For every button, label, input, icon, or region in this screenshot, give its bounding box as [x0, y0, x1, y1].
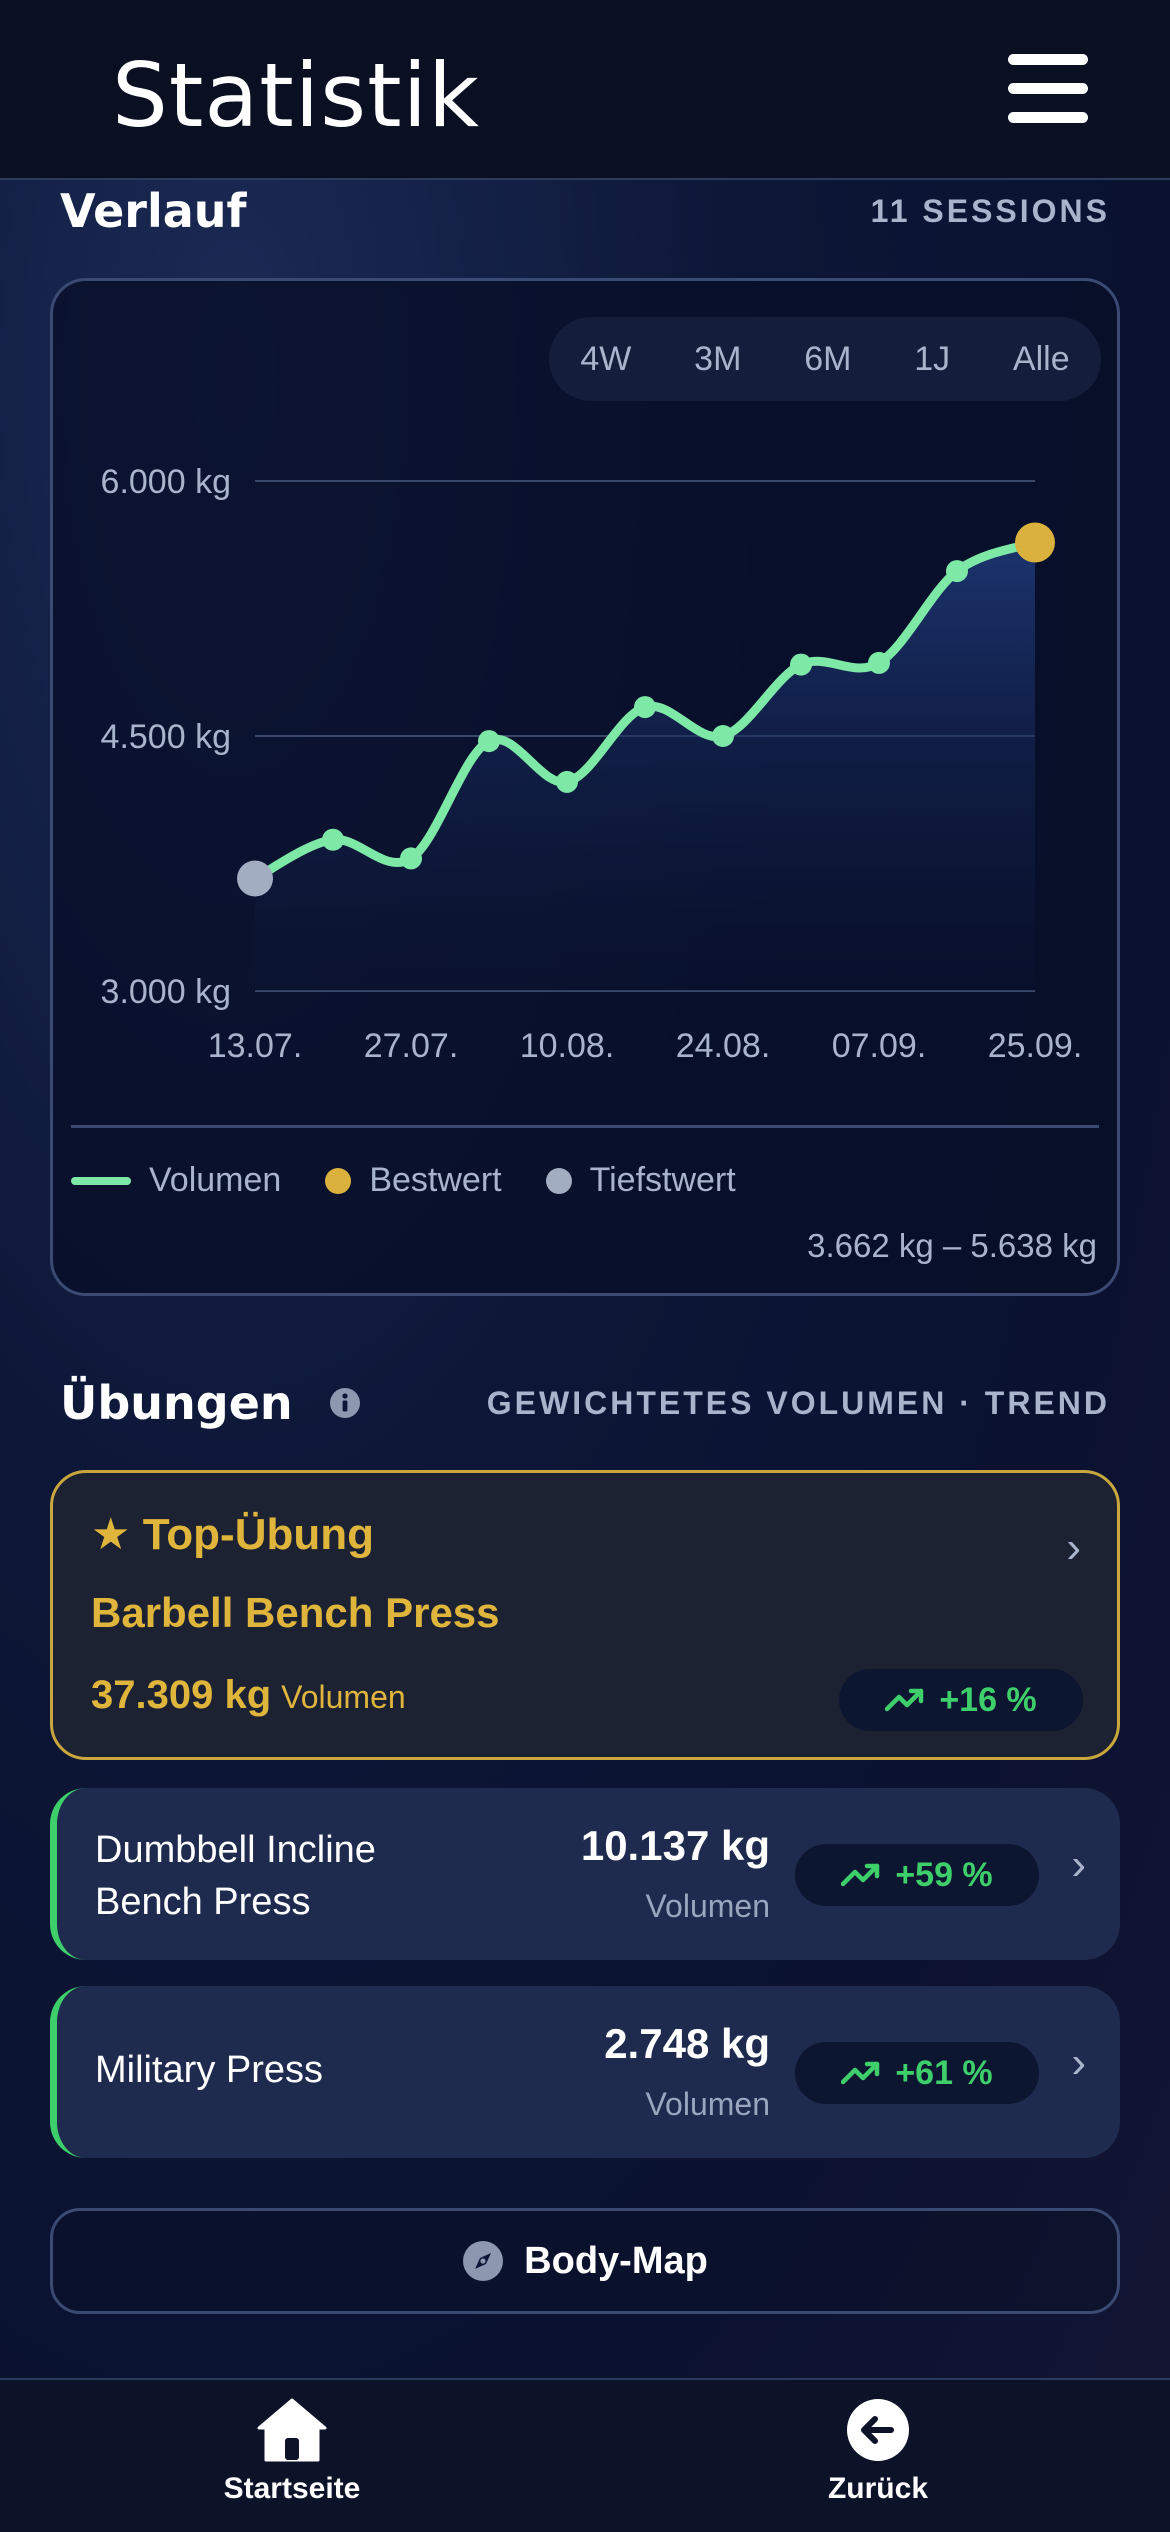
data-point[interactable] [634, 696, 656, 719]
legend-volume-label: Volumen [149, 1161, 282, 1199]
data-point[interactable] [478, 730, 500, 753]
history-title: Verlauf [60, 184, 247, 238]
x-tick-label: 10.08. [520, 1027, 615, 1065]
chevron-right-icon: › [1071, 1840, 1086, 1889]
data-point[interactable] [946, 560, 968, 583]
trending-up-icon [885, 1688, 924, 1712]
x-tick-label: 27.07. [364, 1027, 459, 1065]
x-tick-label: 24.08. [676, 1027, 771, 1065]
hamburger-menu-icon[interactable] [1008, 54, 1088, 124]
best-swatch [325, 1167, 352, 1194]
top-exercise-value: 37.309 kg Volumen [91, 1673, 406, 1717]
chart-divider [71, 1125, 1099, 1128]
y-tick-label: 4.500 kg [101, 718, 231, 756]
home-icon [257, 2398, 327, 2462]
volume-chart: 3.000 kg 4.500 kg 6.000 kg 13.07. 27.07. 10.… [101, 463, 1083, 1065]
legend-best: Bestwert [325, 1161, 502, 1200]
exercise-name: Military Press [95, 2049, 324, 2091]
exercise-unit: Volumen [645, 2086, 770, 2122]
history-chart-card: 4W 3M 6M 1J Alle 3.000 kg 4.500 kg 6.000 k… [50, 278, 1120, 1296]
exercise-trend-badge: +61 % [795, 2042, 1039, 2104]
exercise-name: Dumbbell Incline Bench Press [95, 1829, 376, 1923]
exercises-title: Übungen [60, 1376, 293, 1430]
bottom-navigation: Startseite Zurück [0, 2378, 1170, 2532]
nav-home[interactable]: Startseite [142, 2398, 442, 2506]
y-tick-label: 3.000 kg [101, 973, 231, 1011]
data-point[interactable] [868, 651, 890, 674]
history-section-header: Verlauf 11 SESSIONS [60, 184, 1110, 238]
top-exercise-label: ★ Top-Übung [91, 1510, 374, 1559]
x-tick-label: 13.07. [208, 1027, 303, 1065]
legend-volume: Volumen [71, 1161, 281, 1200]
top-exercise-name: Barbell Bench Press [91, 1589, 500, 1636]
nav-back[interactable]: Zurück [728, 2398, 1028, 2506]
body-map-button[interactable]: Body-Map [50, 2208, 1120, 2314]
volume-area [255, 542, 1035, 991]
chevron-right-icon: › [1066, 1523, 1081, 1572]
chevron-right-icon: › [1071, 2038, 1086, 2087]
x-tick-label: 25.09. [988, 1027, 1083, 1065]
compass-icon [463, 2241, 504, 2281]
legend-lowest: Tiefstwert [545, 1161, 736, 1200]
lowest-value-point[interactable] [237, 860, 273, 897]
data-point[interactable] [712, 725, 734, 747]
sessions-count: 11 SESSIONS [870, 192, 1110, 229]
y-tick-label: 6.000 kg [101, 463, 231, 501]
data-point[interactable] [556, 770, 578, 793]
x-tick-label: 07.09. [832, 1027, 927, 1065]
exercise-value: 2.748 kg [604, 2020, 770, 2067]
trending-up-icon [841, 1863, 880, 1887]
arrow-left-circle-icon [847, 2399, 909, 2461]
app-header: Statistik [0, 0, 1170, 180]
data-point[interactable] [322, 828, 344, 851]
exercise-trend-badge: +59 % [795, 1844, 1039, 1906]
exercise-card-dumbbell-incline[interactable]: Dumbbell Incline Bench Press 10.137 kg V… [50, 1788, 1120, 1960]
lowest-swatch [545, 1167, 572, 1194]
exercise-unit: Volumen [645, 1888, 770, 1924]
top-trend-badge: +16 % [839, 1669, 1083, 1731]
star-icon: ★ [91, 1510, 131, 1559]
volume-swatch [71, 1176, 131, 1185]
legend-lowest-label: Tiefstwert [589, 1161, 736, 1199]
best-value-point[interactable] [1015, 522, 1055, 563]
top-exercise-card[interactable]: ★ Top-Übung Barbell Bench Press 37.309 k… [50, 1470, 1120, 1760]
info-icon[interactable] [329, 1387, 361, 1419]
chart-legend: Volumen Bestwert Tiefstwert [71, 1161, 1097, 1200]
exercises-subtitle: GEWICHTETES VOLUMEN · TREND [486, 1384, 1110, 1421]
data-point[interactable] [400, 847, 422, 870]
data-point[interactable] [790, 653, 812, 676]
exercise-card-military-press[interactable]: Military Press 2.748 kg Volumen +61 % › [50, 1986, 1120, 2158]
exercise-value: 10.137 kg [580, 1822, 770, 1869]
legend-best-label: Bestwert [369, 1161, 502, 1199]
value-range-text: 3.662 kg – 5.638 kg [807, 1227, 1097, 1264]
page-title: Statistik [112, 44, 481, 147]
exercises-section-header: Übungen GEWICHTETES VOLUMEN · TREND [60, 1376, 1110, 1430]
trending-up-icon [841, 2061, 880, 2085]
